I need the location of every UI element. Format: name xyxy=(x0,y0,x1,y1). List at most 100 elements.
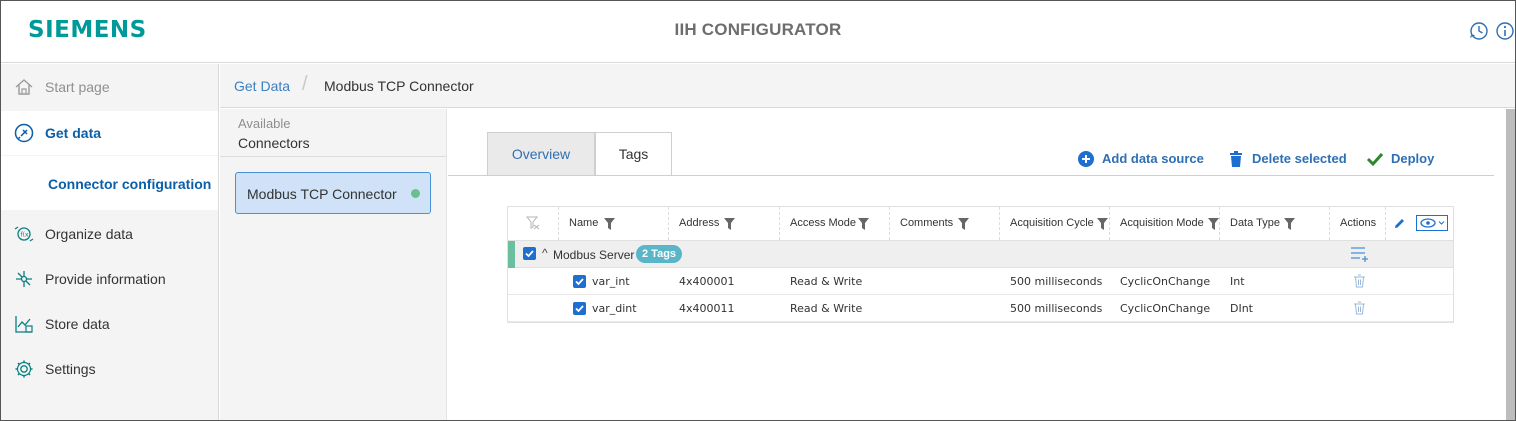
sidebar-item-label: Settings xyxy=(45,361,96,377)
sidebar-item-start-page[interactable]: Start page xyxy=(1,65,218,109)
info-icon[interactable] xyxy=(1495,21,1515,41)
column-header-actions: Actions xyxy=(1330,207,1386,240)
filter-clear-icon[interactable] xyxy=(526,216,540,230)
connectors-panel: Available Connectors Modbus TCP Connecto… xyxy=(220,109,447,420)
cell-address: 4x400011 xyxy=(679,302,735,315)
sidebar-item-get-data[interactable]: Get data xyxy=(1,111,218,155)
row-checkbox[interactable] xyxy=(573,275,586,288)
sidebar-item-settings[interactable]: Settings xyxy=(1,347,218,391)
sidebar-item-organize-data[interactable]: f(x) Organize data xyxy=(1,212,218,256)
app-header: SIEMENS IIH CONFIGURATOR xyxy=(1,1,1515,63)
tab-tags[interactable]: Tags xyxy=(595,132,672,176)
group-color-bar xyxy=(508,241,515,268)
app-window: SIEMENS IIH CONFIGURATOR Start page Get … xyxy=(0,0,1516,421)
cell-address: 4x400001 xyxy=(679,275,735,288)
cell-access-mode: Read & Write xyxy=(790,302,863,315)
row-checkbox[interactable] xyxy=(573,302,586,315)
add-data-source-button[interactable]: Add data source xyxy=(1077,150,1207,168)
column-header-acquisition-cycle[interactable]: Acquisition Cycle xyxy=(1000,207,1110,240)
column-header-label: Actions xyxy=(1340,217,1377,229)
store-icon xyxy=(13,313,35,335)
sidebar-item-store-data[interactable]: Store data xyxy=(1,302,218,346)
edit-pencil-icon[interactable] xyxy=(1393,217,1406,230)
trash-icon xyxy=(1227,150,1245,168)
cell-acquisition-mode: CyclicOnChange xyxy=(1120,275,1211,288)
collapse-caret-icon[interactable]: ^ xyxy=(542,246,548,260)
vertical-scrollbar[interactable] xyxy=(1506,109,1515,420)
main-content: Overview Tags Add data source Delete sel… xyxy=(448,109,1515,420)
plug-icon xyxy=(13,122,35,144)
tags-table: Name Address Access Mode Comments Acquis… xyxy=(507,206,1454,323)
sidebar-item-label: Store data xyxy=(45,316,110,332)
plus-circle-icon xyxy=(1077,150,1095,168)
delete-selected-label: Delete selected xyxy=(1252,151,1347,166)
column-visibility-button[interactable] xyxy=(1416,215,1448,231)
filter-icon[interactable] xyxy=(1208,218,1219,230)
add-data-source-label: Add data source xyxy=(1102,151,1204,166)
breadcrumb: Get Data / Modbus TCP Connector xyxy=(220,64,1515,108)
sidebar-item-label: Get data xyxy=(45,125,102,141)
tag-count-badge: 2 Tags xyxy=(636,245,683,263)
deploy-label: Deploy xyxy=(1391,151,1435,166)
filter-icon[interactable] xyxy=(604,218,615,230)
sidebar-subitem-label: Connector configuration xyxy=(48,176,212,192)
home-icon xyxy=(13,76,35,98)
column-header-label: Acquisition Mode xyxy=(1120,217,1204,229)
column-header-label: Comments xyxy=(900,217,954,229)
filter-icon[interactable] xyxy=(858,218,869,230)
connector-status-dot xyxy=(411,189,420,198)
svg-text:f(x): f(x) xyxy=(21,232,31,239)
clear-filter-column xyxy=(508,207,559,240)
group-row-modbus-server: ^ Modbus Server 2 Tags xyxy=(508,240,1453,268)
column-header-name[interactable]: Name xyxy=(559,207,669,240)
gear-icon xyxy=(13,358,35,380)
column-header-label: Data Type xyxy=(1230,217,1280,229)
cell-name: var_dint xyxy=(592,302,637,315)
cell-data-type: DInt xyxy=(1230,302,1253,315)
cell-data-type: Int xyxy=(1230,275,1245,288)
connector-card-modbus-tcp[interactable]: Modbus TCP Connector xyxy=(235,172,431,214)
checkmark-icon xyxy=(1366,150,1384,168)
column-header-access-mode[interactable]: Access Mode xyxy=(780,207,890,240)
filter-icon[interactable] xyxy=(1284,218,1295,230)
sidebar-item-provide-information[interactable]: Provide information xyxy=(1,257,218,301)
filter-icon[interactable] xyxy=(724,218,735,230)
column-header-label: Acquisition Cycle xyxy=(1010,217,1094,229)
cell-name: var_int xyxy=(592,275,630,288)
tab-overview[interactable]: Overview xyxy=(487,132,595,176)
cell-acquisition-cycle: 500 milliseconds xyxy=(1010,302,1103,315)
group-checkbox[interactable] xyxy=(523,247,536,260)
cell-acquisition-mode: CyclicOnChange xyxy=(1120,302,1211,315)
table-row[interactable]: var_dint 4x400011 Read & Write 500 milli… xyxy=(508,295,1453,322)
sidebar-item-connector-configuration[interactable]: Connector configuration xyxy=(1,156,218,210)
column-header-acquisition-mode[interactable]: Acquisition Mode xyxy=(1110,207,1220,240)
divider xyxy=(448,175,1494,176)
column-header-comments[interactable]: Comments xyxy=(890,207,1000,240)
filter-icon[interactable] xyxy=(1097,218,1108,230)
divider xyxy=(220,156,446,157)
sidebar-item-label: Organize data xyxy=(45,226,133,242)
group-label: Modbus Server xyxy=(553,248,635,262)
filter-icon[interactable] xyxy=(958,218,969,230)
row-delete-icon[interactable] xyxy=(1353,274,1366,288)
row-delete-icon[interactable] xyxy=(1353,301,1366,315)
cell-access-mode: Read & Write xyxy=(790,275,863,288)
breadcrumb-separator: / xyxy=(302,73,308,95)
column-header-label: Name xyxy=(569,217,599,229)
history-icon[interactable] xyxy=(1469,21,1489,41)
connector-card-label: Modbus TCP Connector xyxy=(247,186,397,202)
column-header-data-type[interactable]: Data Type xyxy=(1220,207,1330,240)
column-header-address[interactable]: Address xyxy=(669,207,780,240)
table-row[interactable]: var_int 4x400001 Read & Write 500 millis… xyxy=(508,268,1453,295)
sidebar-item-label: Start page xyxy=(45,79,110,95)
organize-icon: f(x) xyxy=(13,223,35,245)
connectors-heading: Connectors xyxy=(238,135,310,151)
delete-selected-button[interactable]: Delete selected xyxy=(1227,150,1351,168)
provide-icon xyxy=(13,268,35,290)
column-header-label: Access Mode xyxy=(790,217,857,229)
deploy-button[interactable]: Deploy xyxy=(1366,150,1436,168)
add-tag-list-icon[interactable] xyxy=(1350,245,1370,263)
breadcrumb-current: Modbus TCP Connector xyxy=(324,78,474,94)
breadcrumb-link-get-data[interactable]: Get Data xyxy=(234,78,290,94)
column-header-label: Address xyxy=(679,217,720,229)
